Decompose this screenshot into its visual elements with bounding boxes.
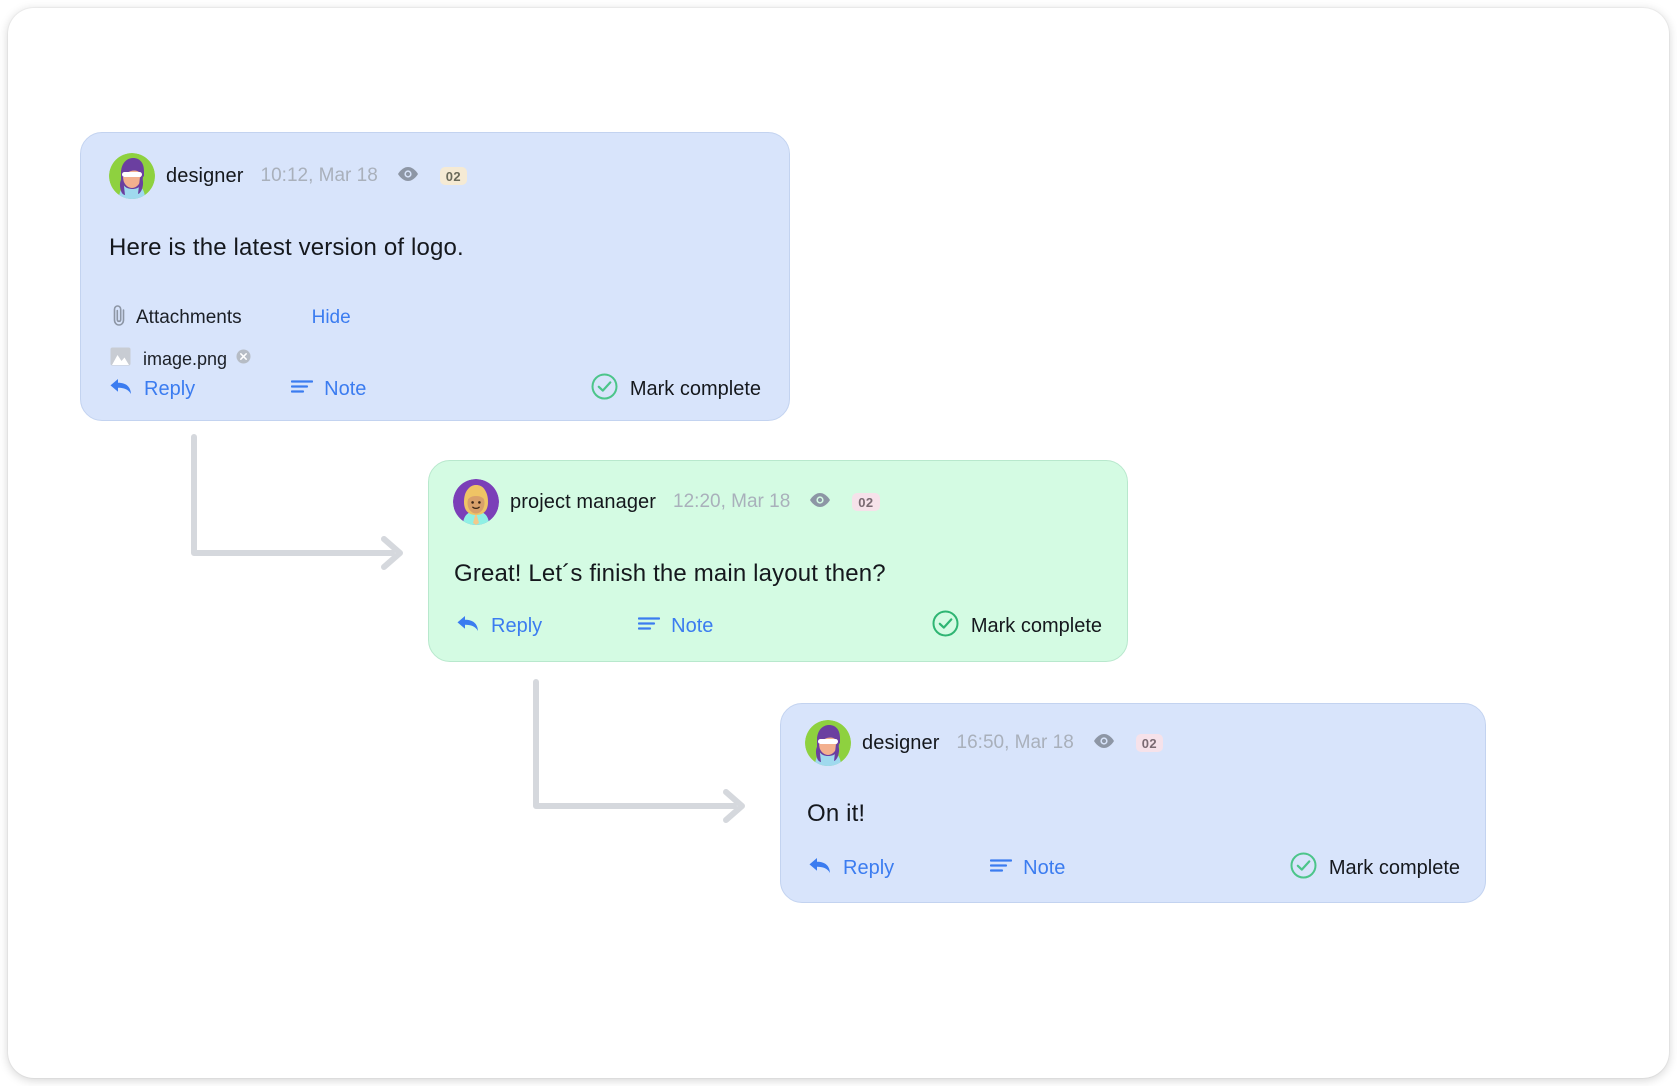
reply-label: Reply — [144, 377, 196, 400]
message-actions: Reply Note Mark complete — [456, 610, 1102, 642]
mark-complete-label: Mark complete — [970, 614, 1102, 637]
attachments-toggle-button[interactable]: Hide — [312, 307, 351, 329]
message-card-designer-1[interactable]: designer 10:12, Mar 18 02 Here is the la… — [80, 132, 790, 421]
mark-complete-label: Mark complete — [629, 377, 761, 400]
note-label: Note — [1023, 856, 1066, 879]
message-actions: Reply Note Mark complete — [808, 852, 1460, 884]
reply-label: Reply — [491, 614, 543, 637]
message-author: designer — [862, 731, 940, 754]
view-count-badge: 02 — [1135, 734, 1164, 752]
connector-msg1-to-msg2 — [191, 434, 403, 570]
check-circle-icon — [1290, 852, 1317, 884]
attachment-filename: image.png — [143, 348, 228, 369]
eye-icon[interactable] — [397, 166, 419, 187]
message-actions: Reply Note Mark complete — [109, 373, 761, 405]
note-lines-icon — [638, 616, 661, 636]
screenshot-root: designer 10:12, Mar 18 02 Here is the la… — [0, 0, 1677, 1086]
check-circle-icon — [932, 610, 959, 642]
note-button[interactable]: Note — [291, 378, 366, 401]
connector-msg2-to-msg3 — [533, 679, 745, 823]
remove-icon[interactable] — [236, 349, 251, 369]
message-header: project manager 12:20, Mar 18 02 — [453, 479, 880, 525]
reply-label: Reply — [843, 856, 895, 879]
reply-button[interactable]: Reply — [109, 377, 195, 401]
mark-complete-button[interactable]: Mark complete — [591, 373, 761, 405]
message-body: On it! — [807, 800, 866, 827]
message-timestamp: 12:20, Mar 18 — [673, 491, 791, 512]
avatar-designer — [805, 720, 851, 766]
check-circle-icon — [591, 373, 618, 405]
reply-arrow-icon — [808, 856, 832, 880]
attachments-header: Attachments Hide — [110, 304, 351, 331]
reply-button[interactable]: Reply — [456, 614, 542, 638]
note-label: Note — [324, 377, 367, 400]
message-author: designer — [166, 164, 244, 187]
message-body: Here is the latest version of logo. — [109, 234, 464, 261]
message-header: designer 10:12, Mar 18 02 — [109, 153, 468, 199]
message-timestamp: 16:50, Mar 18 — [956, 732, 1074, 753]
message-author: project manager — [510, 490, 657, 513]
avatar-designer — [109, 153, 155, 199]
reply-arrow-icon — [456, 614, 480, 638]
message-card-project-manager[interactable]: project manager 12:20, Mar 18 02 Great! … — [428, 460, 1128, 662]
view-count-badge: 02 — [852, 493, 880, 511]
mark-complete-button[interactable]: Mark complete — [932, 610, 1102, 642]
note-button[interactable]: Note — [638, 615, 713, 638]
image-thumbnail-icon — [110, 347, 131, 371]
mark-complete-label: Mark complete — [1328, 856, 1460, 879]
message-timestamp: 10:12, Mar 18 — [260, 165, 378, 186]
message-card-designer-2[interactable]: designer 16:50, Mar 18 02 On it! Reply N… — [780, 703, 1486, 903]
note-label: Note — [671, 614, 714, 637]
view-count-badge: 02 — [439, 167, 468, 185]
avatar-project-manager — [453, 479, 499, 525]
mark-complete-button[interactable]: Mark complete — [1290, 852, 1460, 884]
message-body: Great! Let´s finish the main layout then… — [454, 560, 886, 587]
note-lines-icon — [291, 379, 314, 399]
eye-icon[interactable] — [809, 492, 831, 513]
thread-panel: designer 10:12, Mar 18 02 Here is the la… — [8, 8, 1669, 1078]
reply-button[interactable]: Reply — [808, 856, 894, 880]
paperclip-icon — [110, 304, 127, 331]
note-lines-icon — [990, 858, 1013, 878]
eye-icon[interactable] — [1093, 733, 1115, 754]
attachments-label: Attachments — [136, 306, 242, 328]
note-button[interactable]: Note — [990, 857, 1065, 880]
message-header: designer 16:50, Mar 18 02 — [805, 720, 1164, 766]
attachment-item[interactable]: image.png — [110, 347, 351, 371]
reply-arrow-icon — [109, 377, 133, 401]
attachments-block: Attachments Hide image.png — [110, 304, 351, 371]
